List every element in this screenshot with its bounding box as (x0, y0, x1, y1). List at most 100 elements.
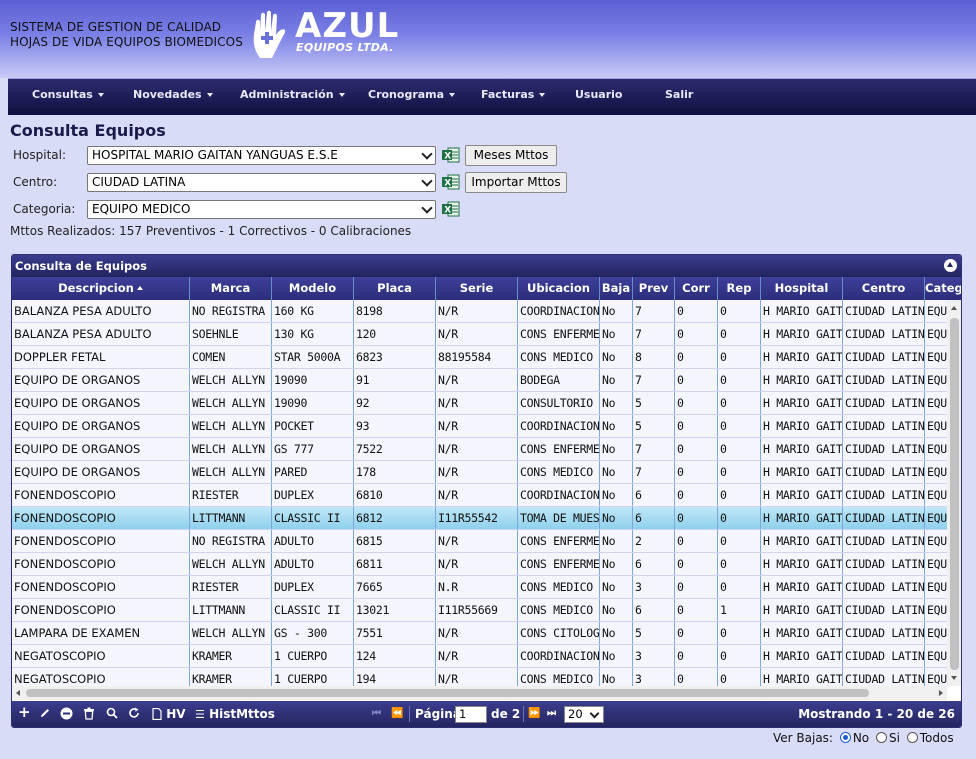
table-cell: 0 (675, 300, 718, 322)
table-cell: EQUIPO DE ORGANOS (12, 392, 190, 414)
hand-icon (253, 10, 286, 58)
first-page-icon[interactable]: ⏮ (372, 706, 381, 722)
edit-icon[interactable] (39, 707, 51, 719)
scroll-right-icon[interactable] (939, 690, 943, 696)
table-row[interactable]: EQUIPO DE ORGANOS WELCH ALLYN 19090 91 N/R BO… (12, 369, 947, 392)
table-row[interactable]: NEGATOSCOPIO KRAMER 1 CUERPO 194 N/R CONS MED… (12, 668, 947, 686)
excel-export-icon[interactable]: X (442, 174, 460, 190)
table-cell: DUPLEX (272, 576, 354, 598)
categoria-select[interactable]: EQUIPO MEDICO (87, 200, 436, 219)
column-header[interactable]: Marca (190, 277, 272, 300)
scroll-down-icon[interactable] (951, 676, 957, 680)
table-cell: GS - 300 (272, 622, 354, 644)
centro-select[interactable]: CIUDAD LATINA (87, 173, 436, 192)
column-header-label: Hospital (774, 281, 829, 295)
bajas-todos-radio[interactable] (906, 732, 918, 743)
table-cell: 124 (354, 645, 436, 667)
nav-label: Cronograma (368, 88, 445, 101)
table-row[interactable]: FONENDOSCOPIO LITTMANN CLASSIC II 13021 I11R… (12, 599, 947, 622)
scroll-left-icon[interactable] (16, 690, 20, 696)
scroll-up-icon[interactable] (951, 306, 957, 310)
column-header[interactable]: Placa (354, 277, 436, 300)
table-cell: 8198 (354, 300, 436, 322)
hv-button[interactable]: HV (152, 706, 186, 722)
vertical-scrollbar[interactable] (947, 300, 961, 686)
column-header[interactable]: Serie (436, 277, 518, 300)
table-cell: No (600, 323, 633, 345)
records-count: Mostrando 1 - 20 de 26 (798, 707, 955, 721)
prev-page-icon[interactable]: ⏪ (391, 706, 403, 722)
nav-usuario[interactable]: Usuario (575, 88, 623, 101)
column-header[interactable]: Ubicacion (518, 277, 600, 300)
table-row[interactable]: FONENDOSCOPIO RIESTER DUPLEX 6810 N/R COORDIN… (12, 484, 947, 507)
table-row[interactable]: DOPPLER FETAL COMEN STAR 5000A 6823 88195584… (12, 346, 947, 369)
add-icon[interactable]: + (18, 704, 31, 720)
table-cell: 0 (718, 530, 761, 552)
column-header[interactable]: Modelo (272, 277, 354, 300)
nav-cronograma[interactable]: Cronograma (368, 88, 456, 101)
column-header[interactable]: Baja (600, 277, 633, 300)
trash-icon[interactable] (83, 707, 95, 720)
importar-mttos-button[interactable]: Importar Mttos (465, 172, 567, 193)
column-header[interactable]: Prev (633, 277, 675, 300)
table-cell: CIUDAD LATINA (843, 645, 925, 667)
table-cell: No (600, 369, 633, 391)
horizontal-scrollbar[interactable] (12, 686, 947, 700)
next-page-icon[interactable]: ⏩ (528, 706, 540, 722)
search-icon[interactable] (106, 707, 118, 719)
nav-salir[interactable]: Salir (665, 88, 693, 101)
table-row[interactable]: EQUIPO DE ORGANOS WELCH ALLYN GS 777 7522 N/… (12, 438, 947, 461)
table-cell: ADULTO (272, 530, 354, 552)
bajas-no-radio[interactable] (839, 732, 851, 743)
hospital-select[interactable]: HOSPITAL MARIO GAITAN YANGUAS E.S.E (87, 146, 436, 165)
remove-icon[interactable] (60, 707, 73, 720)
table-cell: 6 (633, 599, 675, 621)
table-cell: H MARIO GAITAN (761, 392, 843, 414)
page-number-input[interactable]: 1 (455, 706, 487, 723)
refresh-icon[interactable] (128, 707, 140, 719)
bajas-si-radio[interactable] (875, 732, 887, 743)
table-row[interactable]: NEGATOSCOPIO KRAMER 1 CUERPO 124 N/R COORDINA… (12, 645, 947, 668)
excel-export-icon[interactable]: X (442, 147, 460, 163)
table-cell: CIUDAD LATINA (843, 415, 925, 437)
table-cell: 19090 (272, 392, 354, 414)
excel-export-icon[interactable]: X (442, 201, 460, 217)
table-cell: H MARIO GAITAN (761, 484, 843, 506)
nav-administracion[interactable]: Administración (240, 88, 345, 101)
table-cell: 0 (718, 346, 761, 368)
column-header[interactable]: Rep (718, 277, 761, 300)
table-row[interactable]: EQUIPO DE ORGANOS WELCH ALLYN PARED 178 N/R C… (12, 461, 947, 484)
table-cell: 1 CUERPO (272, 668, 354, 686)
table-row[interactable]: FONENDOSCOPIO LITTMANN CLASSIC II 6812 I11R5… (12, 507, 947, 530)
column-header[interactable]: Hospital (761, 277, 843, 300)
column-header[interactable]: Centro (843, 277, 925, 300)
table-row[interactable]: EQUIPO DE ORGANOS WELCH ALLYN 19090 92 N/R CO… (12, 392, 947, 415)
collapse-icon[interactable] (944, 259, 957, 272)
table-row[interactable]: FONENDOSCOPIO WELCH ALLYN ADULTO 6811 N/R CON… (12, 553, 947, 576)
column-header[interactable]: Categoria (925, 277, 961, 300)
table-row[interactable]: BALANZA PESA ADULTO SOEHNLE 130 KG 120 N/R CO… (12, 323, 947, 346)
nav-novedades[interactable]: Novedades (133, 88, 213, 101)
last-page-icon[interactable]: ⏭ (547, 706, 556, 722)
table-cell: CIUDAD LATINA (843, 323, 925, 345)
scroll-thumb[interactable] (26, 689, 869, 697)
scroll-thumb[interactable] (950, 318, 959, 670)
table-row[interactable]: BALANZA PESA ADULTO NO REGISTRA 160 KG 8198… (12, 300, 947, 323)
nav-facturas[interactable]: Facturas (481, 88, 546, 101)
table-row[interactable]: LAMPARA DE EXAMEN WELCH ALLYN GS - 300 7551… (12, 622, 947, 645)
table-cell: CONS MEDICO (518, 576, 600, 598)
meses-mttos-button[interactable]: Meses Mttos (465, 145, 557, 166)
histmttos-button[interactable]: ☰ HistMttos (195, 706, 275, 723)
table-cell: EQUIPO MEDICO (925, 323, 947, 345)
column-header[interactable]: Descripcion (12, 277, 190, 300)
table-cell: N/R (436, 645, 518, 667)
column-header[interactable]: Corr (675, 277, 718, 300)
table-cell: CONS MEDICO (518, 346, 600, 368)
table-row[interactable]: FONENDOSCOPIO RIESTER DUPLEX 7665 N.R CONS ME… (12, 576, 947, 599)
table-row[interactable]: FONENDOSCOPIO NO REGISTRA ADULTO 6815 N/R CON… (12, 530, 947, 553)
nav-consultas[interactable]: Consultas (32, 88, 104, 101)
table-cell: EQUIPO MEDICO (925, 438, 947, 460)
table-cell: ADULTO (272, 553, 354, 575)
table-row[interactable]: EQUIPO DE ORGANOS WELCH ALLYN POCKET 93 N/R C… (12, 415, 947, 438)
page-size-select[interactable]: 20 (564, 706, 604, 723)
